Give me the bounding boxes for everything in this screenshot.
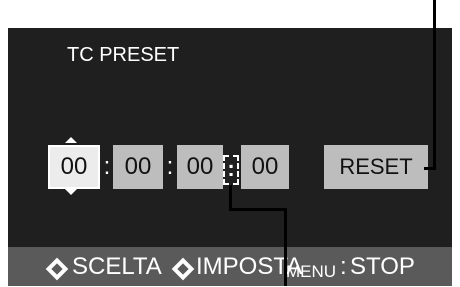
menu-colon: : bbox=[340, 253, 347, 280]
menu-label: MENU bbox=[286, 262, 337, 281]
frame-separator[interactable]: : bbox=[223, 155, 239, 185]
seconds-field[interactable]: 00 bbox=[177, 145, 223, 189]
callout-line-reset bbox=[433, 0, 436, 170]
up-arrow-icon[interactable] bbox=[65, 137, 77, 143]
select-label: SCELTA bbox=[72, 253, 162, 280]
hours-field[interactable]: 00 bbox=[48, 145, 100, 189]
page-title: TC PRESET bbox=[67, 44, 180, 66]
time-separator: : bbox=[166, 153, 174, 180]
time-separator: : bbox=[103, 153, 111, 180]
down-arrow-icon[interactable] bbox=[65, 189, 77, 195]
callout-line-separator bbox=[284, 208, 287, 286]
minutes-field[interactable]: 00 bbox=[113, 145, 163, 189]
callout-line-separator bbox=[229, 208, 287, 211]
frames-field[interactable]: 00 bbox=[241, 145, 289, 189]
stop-label: STOP bbox=[350, 253, 415, 280]
callout-line-reset bbox=[424, 167, 436, 170]
reset-button[interactable]: RESET bbox=[324, 145, 428, 189]
